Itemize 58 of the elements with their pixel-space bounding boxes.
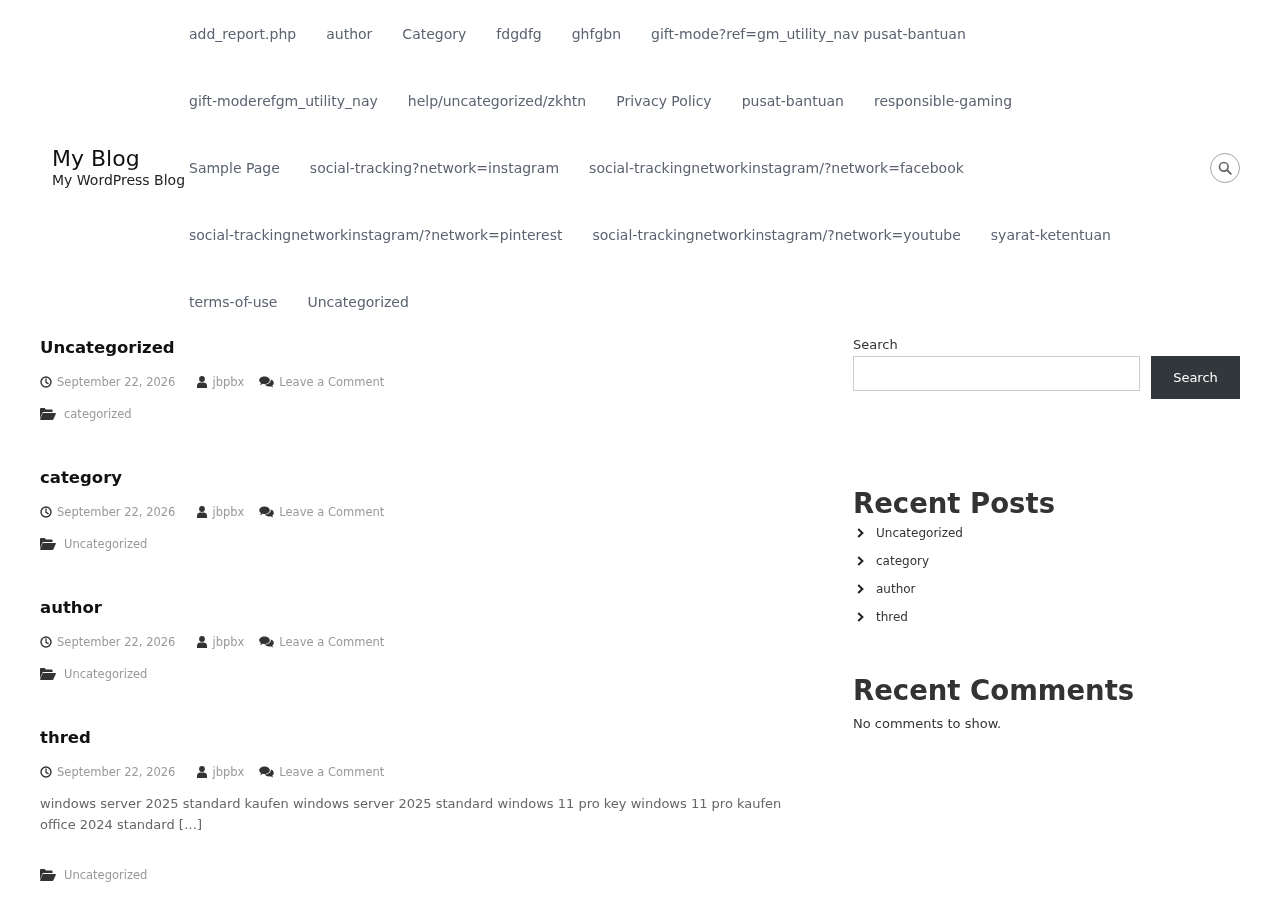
folder-icon: [40, 668, 56, 680]
comments-icon: [259, 636, 275, 648]
clock-icon: [40, 636, 52, 648]
search-field[interactable]: [853, 356, 1140, 391]
chevron-right-icon: [857, 556, 864, 566]
nav-link[interactable]: pusat-bantuan: [741, 92, 844, 109]
chevron-right-icon: [857, 584, 864, 594]
widget-heading: Recent Posts: [853, 487, 1056, 519]
post-title[interactable]: category: [40, 467, 123, 489]
nav-link[interactable]: social-trackingnetworkinstagram/?network=pinterest: [189, 226, 563, 243]
recent-post-link[interactable]: thred: [876, 610, 908, 624]
nav-link[interactable]: Uncategorized: [307, 293, 409, 310]
comments-icon: [259, 766, 275, 778]
search-label: Search: [853, 336, 898, 354]
clock-icon: [40, 506, 52, 518]
comments-icon: [259, 376, 275, 388]
recent-post-link[interactable]: Uncategorized: [876, 526, 963, 540]
user-icon: [197, 376, 208, 388]
search-button[interactable]: [1210, 152, 1240, 183]
nav-link[interactable]: author: [326, 25, 373, 42]
post-excerpt: windows server 2025 standard kaufen windows server 2025 standard windows 11 pro key windows 11 pro kaufen office 2024 standard […]: [40, 795, 783, 834]
user-icon: [197, 766, 208, 778]
nav-link[interactable]: Sample Page: [189, 159, 280, 176]
nav-link[interactable]: social-trackingnetworkinstagram/?network=youtube: [592, 226, 961, 243]
folder-icon: [40, 408, 56, 420]
nav-link[interactable]: social-trackingnetworkinstagram/?network=facebook: [589, 159, 964, 176]
widget-heading: Recent Comments: [853, 674, 1136, 706]
no-comments-text: No comments to show.: [853, 715, 1003, 733]
folder-icon: [40, 538, 56, 550]
nav-link[interactable]: syarat-ketentuan: [990, 226, 1111, 243]
nav-link[interactable]: Category: [402, 25, 467, 42]
nav-link[interactable]: Privacy Policy: [616, 92, 712, 109]
user-icon: [197, 636, 208, 648]
nav-link[interactable]: help/uncategorized/zkhtn: [407, 92, 587, 109]
nav-link[interactable]: terms-of-use: [189, 293, 278, 310]
clock-icon: [40, 766, 52, 778]
clock-icon: [40, 376, 52, 388]
nav-link[interactable]: fdgdfg: [496, 25, 542, 42]
nav-link[interactable]: ghfgbn: [571, 25, 622, 42]
nav-link[interactable]: responsible-gaming: [874, 92, 1013, 109]
site-tagline: My WordPress Blog: [52, 172, 186, 188]
nav-link[interactable]: social-tracking?network=instagram: [309, 159, 560, 176]
recent-post-link[interactable]: author: [876, 582, 916, 596]
nav-link[interactable]: gift-moderefgm_utility_nay: [189, 92, 378, 109]
comments-icon: [259, 506, 275, 518]
post-title[interactable]: Uncategorized: [40, 337, 175, 359]
nav-link[interactable]: add_report.php: [189, 25, 297, 42]
recent-post-link[interactable]: category: [876, 554, 930, 568]
search-submit-button[interactable]: Search: [1151, 356, 1240, 399]
nav-link[interactable]: gift-mode?ref=gm_utility_nav pusat-bantuan: [651, 25, 966, 42]
user-icon: [197, 506, 208, 518]
chevron-right-icon: [857, 612, 864, 622]
site-title[interactable]: My Blog: [52, 147, 140, 171]
post-title[interactable]: thred: [40, 727, 91, 749]
folder-icon: [40, 869, 56, 881]
chevron-right-icon: [857, 528, 864, 538]
post-title[interactable]: author: [40, 597, 102, 619]
search-icon: [1218, 160, 1232, 175]
